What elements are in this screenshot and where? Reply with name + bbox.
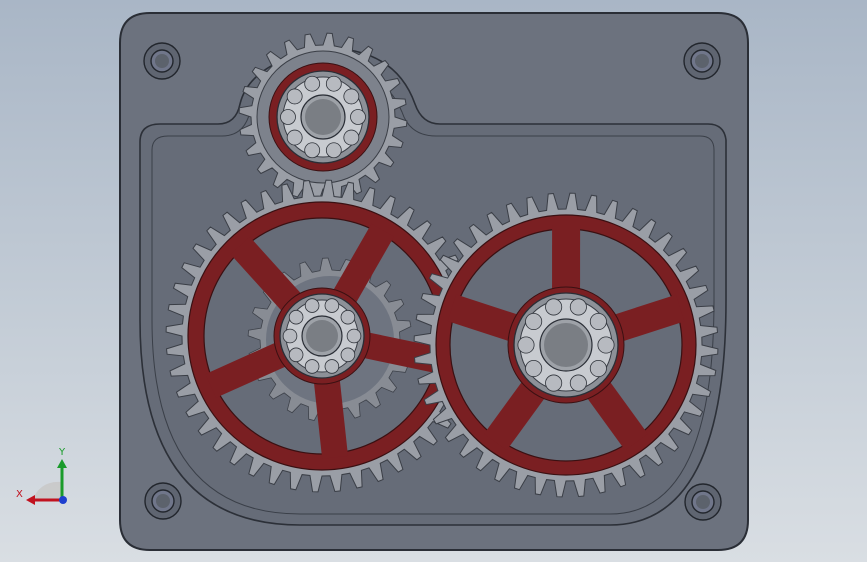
mounting-hole-bottom-left: [144, 482, 182, 520]
cad-model-viewport[interactable]: Y X: [0, 0, 867, 562]
z-axis-dot: [59, 496, 67, 504]
y-axis-label: Y: [58, 447, 66, 458]
x-axis-label: X: [16, 489, 23, 500]
mounting-hole-top-left: [143, 42, 181, 80]
mounting-hole-top-right: [683, 42, 721, 80]
mounting-hole-bottom-right: [684, 483, 722, 521]
axis-triad: Y X: [16, 447, 67, 505]
